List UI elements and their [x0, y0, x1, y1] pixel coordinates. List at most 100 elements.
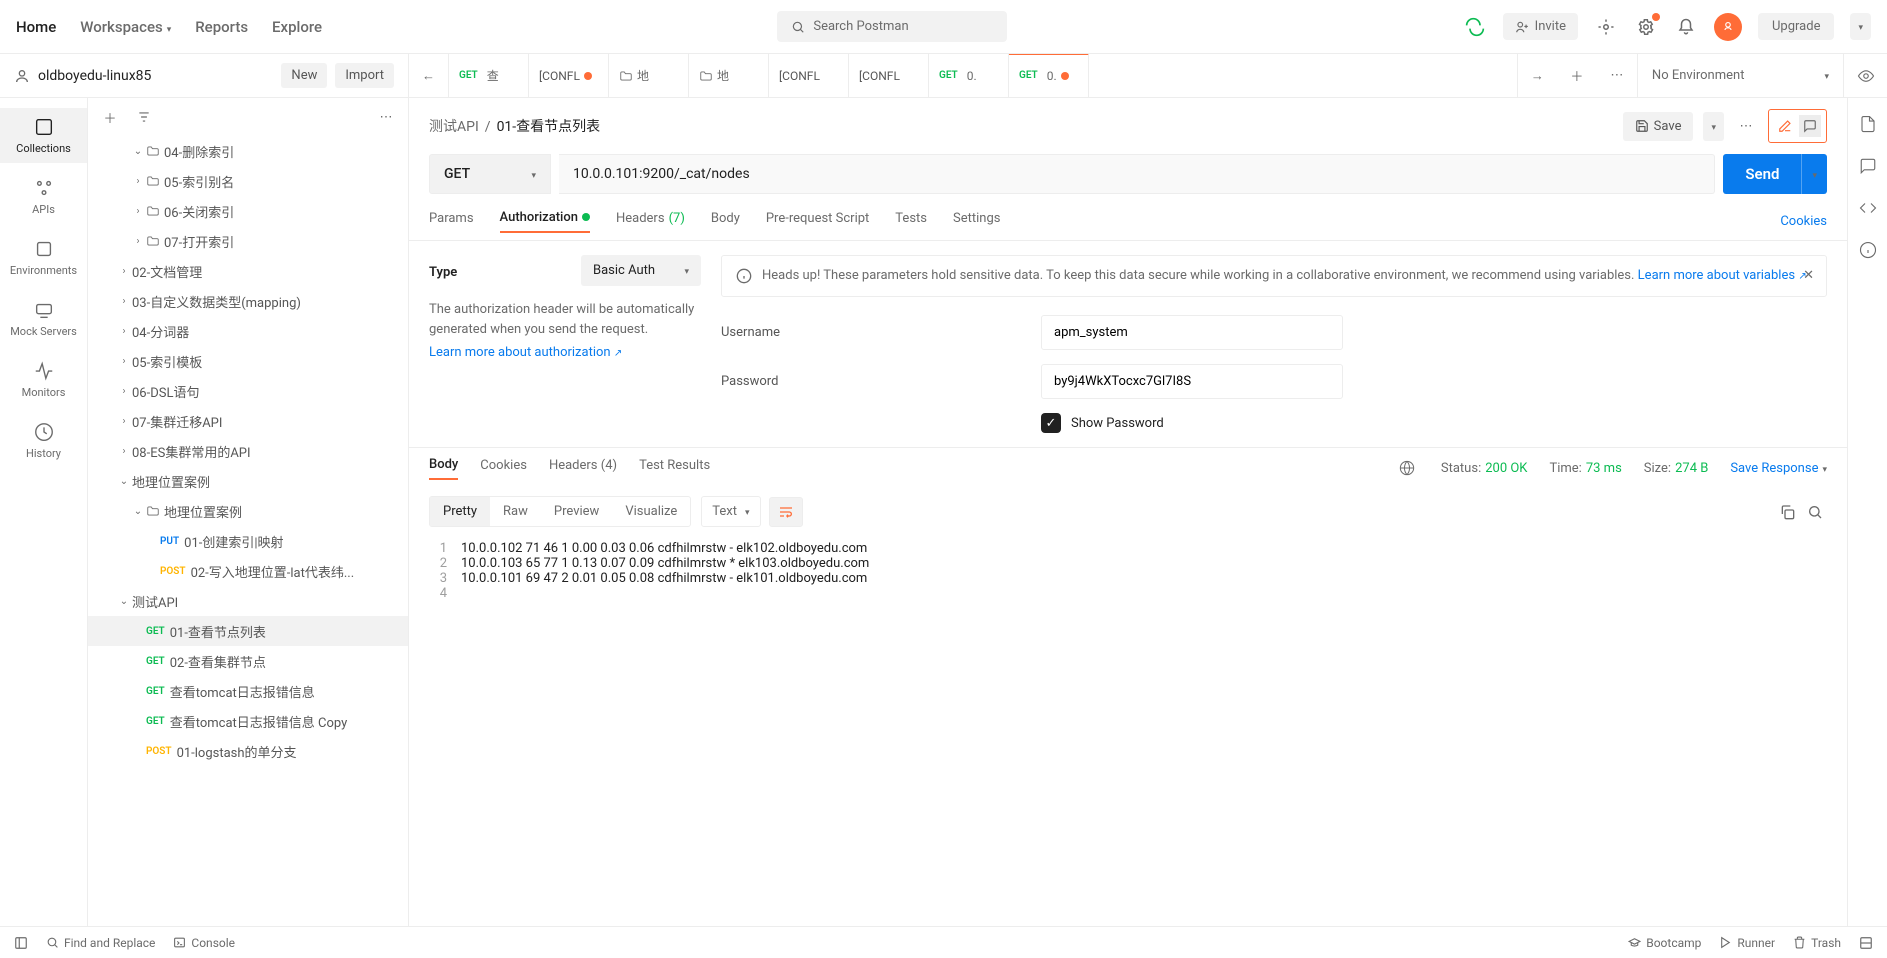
tree-item[interactable]: PUT01-创建索引|映射 [88, 526, 408, 556]
tree-item[interactable]: ›05-索引别名 [88, 166, 408, 196]
rail-history[interactable]: History [0, 413, 87, 468]
bootcamp-button[interactable]: Bootcamp [1628, 936, 1701, 950]
cookies-link[interactable]: Cookies [1780, 214, 1827, 229]
crumb-more[interactable]: ⋯ [1734, 114, 1758, 138]
tree-item[interactable]: POST02-写入地理位置-lat代表纬... [88, 556, 408, 586]
workspace-name[interactable]: oldboyedu-linux85 [38, 68, 273, 84]
request-tab[interactable]: [CONFL [849, 54, 929, 98]
tree-item[interactable]: ›07-集群迁移API [88, 406, 408, 436]
nav-home[interactable]: Home [16, 18, 56, 36]
resp-tab-body[interactable]: Body [429, 457, 458, 480]
request-tab[interactable]: [CONFL [769, 54, 849, 98]
view-mode-toggle[interactable] [1768, 109, 1827, 143]
collection-tree[interactable]: ⌄04-删除索引›05-索引别名›06-关闭索引›07-打开索引›02-文档管理… [88, 136, 408, 926]
sync-icon[interactable] [1463, 15, 1487, 39]
auth-learn-link[interactable]: Learn more about authorization ↗ [429, 345, 622, 360]
comments-icon[interactable] [1856, 154, 1880, 178]
response-type-select[interactable]: Text [701, 496, 760, 527]
rail-apis[interactable]: APIs [0, 169, 87, 224]
tab-headers[interactable]: Headers (7) [616, 211, 685, 232]
code-icon[interactable] [1856, 196, 1880, 220]
runner-button[interactable]: Runner [1719, 936, 1775, 950]
env-preview-icon[interactable] [1843, 54, 1887, 97]
new-button[interactable]: New [281, 63, 327, 88]
tree-item[interactable]: ›07-打开索引 [88, 226, 408, 256]
response-body[interactable]: 110.0.0.102 71 46 1 0.00 0.03 0.06 cdfhi… [409, 535, 1847, 607]
copy-icon[interactable] [1775, 500, 1799, 524]
tab-more[interactable]: ⋯ [1597, 54, 1637, 97]
request-tab[interactable]: 地 [609, 54, 689, 98]
variables-learn-link[interactable]: Learn more about variables ↗ [1638, 268, 1807, 283]
request-tab[interactable]: GET0. [929, 54, 1009, 98]
info-rail-icon[interactable] [1856, 238, 1880, 262]
capture-icon[interactable] [1594, 15, 1618, 39]
tree-item[interactable]: GET查看tomcat日志报错信息 [88, 676, 408, 706]
edit-icon[interactable] [1774, 115, 1796, 137]
tree-item[interactable]: GET02-查看集群节点 [88, 646, 408, 676]
tree-item[interactable]: ›04-分词器 [88, 316, 408, 346]
tree-more-icon[interactable]: ⋯ [374, 105, 398, 129]
comment-icon[interactable] [1799, 115, 1821, 137]
layout-toggle-icon[interactable] [1859, 936, 1873, 950]
request-tab[interactable]: GET查 [449, 54, 529, 98]
find-replace[interactable]: Find and Replace [46, 936, 155, 950]
tree-item[interactable]: ›02-文档管理 [88, 256, 408, 286]
upgrade-button[interactable]: Upgrade [1758, 13, 1834, 40]
filter-icon[interactable] [132, 105, 156, 129]
tree-item[interactable]: ⌄地理位置案例 [88, 466, 408, 496]
nav-workspaces[interactable]: Workspaces [80, 18, 171, 36]
wrap-lines-icon[interactable] [769, 497, 803, 527]
rail-collections[interactable]: Collections [0, 108, 87, 163]
view-raw[interactable]: Raw [490, 497, 541, 526]
tab-add[interactable]: ＋ [1557, 54, 1597, 97]
tree-item[interactable]: ›06-DSL语句 [88, 376, 408, 406]
tab-params[interactable]: Params [429, 211, 474, 232]
upgrade-caret[interactable] [1850, 13, 1871, 40]
request-tab[interactable]: GET0. [1009, 54, 1089, 97]
notifications-icon[interactable] [1674, 15, 1698, 39]
save-caret[interactable] [1703, 112, 1724, 141]
rail-environments[interactable]: Environments [0, 230, 87, 285]
tree-item[interactable]: ⌄测试API [88, 586, 408, 616]
rail-monitors[interactable]: Monitors [0, 352, 87, 407]
tab-next[interactable]: → [1517, 54, 1557, 97]
import-button[interactable]: Import [335, 63, 394, 88]
search-response-icon[interactable] [1803, 500, 1827, 524]
tree-item[interactable]: ›03-自定义数据类型(mapping) [88, 286, 408, 316]
tree-item[interactable]: POST01-logstash的单分支 [88, 736, 408, 766]
nav-reports[interactable]: Reports [195, 18, 248, 36]
view-visualize[interactable]: Visualize [612, 497, 690, 526]
tree-item[interactable]: GET查看tomcat日志报错信息 Copy [88, 706, 408, 736]
resp-tab-headers[interactable]: Headers (4) [549, 458, 617, 479]
invite-button[interactable]: Invite [1503, 13, 1578, 40]
add-icon[interactable]: ＋ [98, 105, 122, 129]
tree-item[interactable]: ›05-索引模板 [88, 346, 408, 376]
view-pretty[interactable]: Pretty [430, 497, 490, 526]
rail-mock[interactable]: Mock Servers [0, 291, 87, 346]
tree-item[interactable]: ⌄04-删除索引 [88, 136, 408, 166]
tree-item[interactable]: ›06-关闭索引 [88, 196, 408, 226]
resp-tab-tests[interactable]: Test Results [639, 458, 710, 479]
nav-explore[interactable]: Explore [272, 18, 322, 36]
trash-button[interactable]: Trash [1793, 936, 1841, 950]
tab-authorization[interactable]: Authorization [500, 210, 590, 233]
search-input[interactable]: Search Postman [777, 11, 1007, 42]
tab-body[interactable]: Body [711, 211, 740, 232]
resp-tab-cookies[interactable]: Cookies [480, 458, 527, 479]
alert-close-icon[interactable]: ✕ [1803, 268, 1814, 283]
password-input[interactable] [1041, 364, 1343, 399]
method-select[interactable]: GET [429, 154, 551, 194]
tab-settings[interactable]: Settings [953, 211, 1000, 232]
docs-icon[interactable] [1856, 112, 1880, 136]
tab-tests[interactable]: Tests [895, 211, 927, 232]
tree-item[interactable]: ›08-ES集群常用的API [88, 436, 408, 466]
view-preview[interactable]: Preview [541, 497, 612, 526]
save-button[interactable]: Save [1623, 112, 1694, 141]
tree-item[interactable]: ⌄地理位置案例 [88, 496, 408, 526]
request-tab[interactable]: [CONFL [529, 54, 609, 98]
request-tab[interactable]: 地 [689, 54, 769, 98]
send-button[interactable]: Send [1723, 154, 1827, 194]
tree-item[interactable]: GET01-查看节点列表 [88, 616, 408, 646]
globe-icon[interactable] [1395, 456, 1419, 480]
tab-prev[interactable]: ← [409, 54, 449, 97]
